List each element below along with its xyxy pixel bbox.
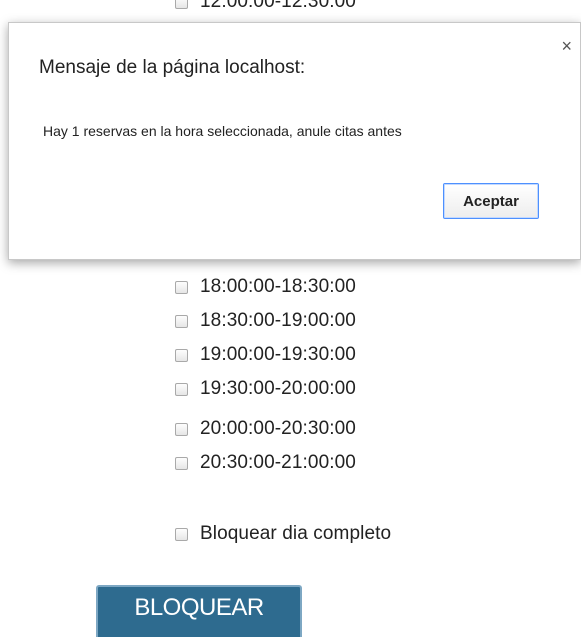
slot-checkbox[interactable] xyxy=(175,456,188,470)
slot-row[interactable]: 18:30:00-19:00:00 xyxy=(175,310,356,332)
page: 12:00:00-12:30:00 18:00:00-18:30:00 18:3… xyxy=(0,0,581,637)
dialog-message: Hay 1 reservas en la hora seleccionada, … xyxy=(43,123,402,139)
slot-label: 12:00:00-12:30:00 xyxy=(200,0,356,12)
accept-button[interactable]: Aceptar xyxy=(443,183,539,219)
slot-checkbox[interactable] xyxy=(175,280,188,294)
slot-row[interactable]: 19:30:00-20:00:00 xyxy=(175,378,356,400)
slot-checkbox[interactable] xyxy=(175,348,188,362)
slot-checkbox[interactable] xyxy=(175,382,188,396)
slot-checkbox[interactable] xyxy=(175,314,188,328)
slot-checkbox[interactable] xyxy=(175,422,188,436)
close-icon[interactable]: × xyxy=(561,37,572,55)
bloquear-button[interactable]: BLOQUEAR xyxy=(96,585,302,637)
slot-row-clipped[interactable]: 12:00:00-12:30:00 xyxy=(175,0,356,13)
full-day-label: Bloquear dia completo xyxy=(200,523,392,544)
slot-row[interactable]: 19:00:00-19:30:00 xyxy=(175,344,356,366)
slot-row[interactable]: 20:30:00-21:00:00 xyxy=(175,452,356,474)
dialog-title: Mensaje de la página localhost: xyxy=(39,57,306,78)
slot-label: 18:30:00-19:00:00 xyxy=(200,310,356,331)
slot-row[interactable]: 20:00:00-20:30:00 xyxy=(175,418,356,440)
slot-label: 19:30:00-20:00:00 xyxy=(200,378,356,399)
slot-label: 19:00:00-19:30:00 xyxy=(200,344,356,365)
slot-label: 20:00:00-20:30:00 xyxy=(200,418,356,439)
alert-dialog: × Mensaje de la página localhost: Hay 1 … xyxy=(8,22,581,260)
slot-row[interactable]: 18:00:00-18:30:00 xyxy=(175,276,356,298)
slot-checkbox[interactable] xyxy=(175,0,188,9)
slot-label: 18:00:00-18:30:00 xyxy=(200,276,356,297)
full-day-row[interactable]: Bloquear dia completo xyxy=(175,523,391,545)
slot-label: 20:30:00-21:00:00 xyxy=(200,452,356,473)
full-day-checkbox[interactable] xyxy=(175,527,188,541)
